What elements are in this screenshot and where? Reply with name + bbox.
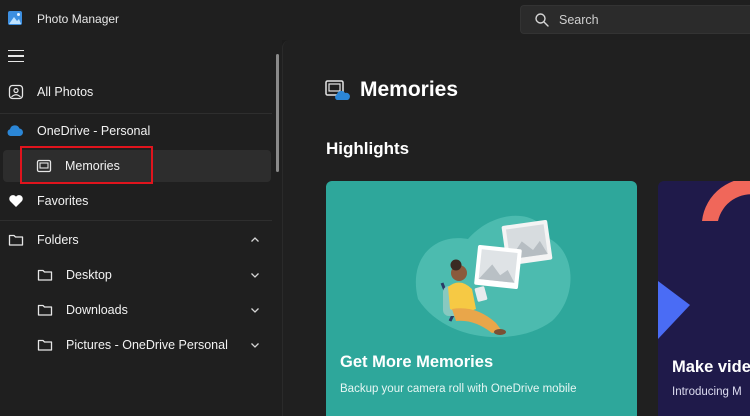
card-subtitle: Introducing M (672, 386, 742, 398)
search-box[interactable] (520, 5, 750, 34)
folder-icon (37, 269, 53, 281)
sidebar-item-folders[interactable]: Folders (0, 224, 272, 256)
selection-highlight-box (20, 146, 153, 184)
divider (0, 220, 272, 221)
person-with-photos-illustration (415, 215, 571, 338)
folder-icon (37, 339, 53, 351)
sidebar-scrollbar[interactable] (276, 54, 279, 172)
sidebar-item-label: All Photos (37, 85, 94, 99)
sidebar-item-favorites[interactable]: Favorites (0, 185, 272, 217)
folder-icon (8, 234, 24, 246)
card-title: Make vide (672, 358, 750, 376)
chevron-up-icon[interactable] (250, 235, 260, 245)
sidebar-item-label: Favorites (37, 194, 89, 208)
card-get-more-memories[interactable]: Get More Memories Backup your camera rol… (326, 181, 637, 416)
heart-icon (9, 195, 23, 207)
section-title: Highlights (326, 139, 410, 158)
sidebar-item-all-photos[interactable]: All Photos (0, 76, 272, 108)
cloud-icon (7, 125, 23, 136)
folder-icon (37, 304, 53, 316)
abstract-shapes-illustration (658, 181, 750, 339)
card-subtitle: Backup your camera roll with OneDrive mo… (340, 383, 577, 395)
photos-icon (8, 84, 24, 100)
sidebar-item-pictures-onedrive[interactable]: Pictures - OneDrive Personal (0, 329, 272, 361)
chevron-down-icon[interactable] (250, 270, 260, 280)
sidebar-item-desktop[interactable]: Desktop (0, 259, 272, 291)
hamburger-menu-icon[interactable] (8, 50, 24, 64)
search-input[interactable] (559, 11, 739, 29)
chevron-down-icon[interactable] (250, 305, 260, 315)
sidebar-item-label: Folders (37, 233, 79, 247)
sidebar-item-label: Pictures - OneDrive Personal (66, 338, 228, 352)
main-content: Memories Highlights Get More Memories Ba… (282, 40, 750, 416)
divider (0, 113, 272, 114)
card-make-video[interactable]: Make vide Introducing M (658, 181, 750, 416)
memories-page-icon (325, 80, 350, 100)
card-title: Get More Memories (340, 353, 494, 371)
title-bar: Photo Manager (0, 0, 750, 40)
sidebar-item-downloads[interactable]: Downloads (0, 294, 272, 326)
sidebar: All Photos OneDrive - Personal Memories … (0, 40, 282, 416)
photos-app-icon (8, 11, 22, 25)
sidebar-item-label: Desktop (66, 268, 112, 282)
sidebar-item-label: Downloads (66, 303, 128, 317)
app-title: Photo Manager (37, 12, 120, 26)
page-title: Memories (360, 78, 459, 101)
sidebar-item-onedrive[interactable]: OneDrive - Personal (0, 115, 272, 147)
sidebar-item-label: OneDrive - Personal (37, 124, 151, 138)
search-icon (535, 13, 549, 27)
chevron-down-icon[interactable] (250, 340, 260, 350)
